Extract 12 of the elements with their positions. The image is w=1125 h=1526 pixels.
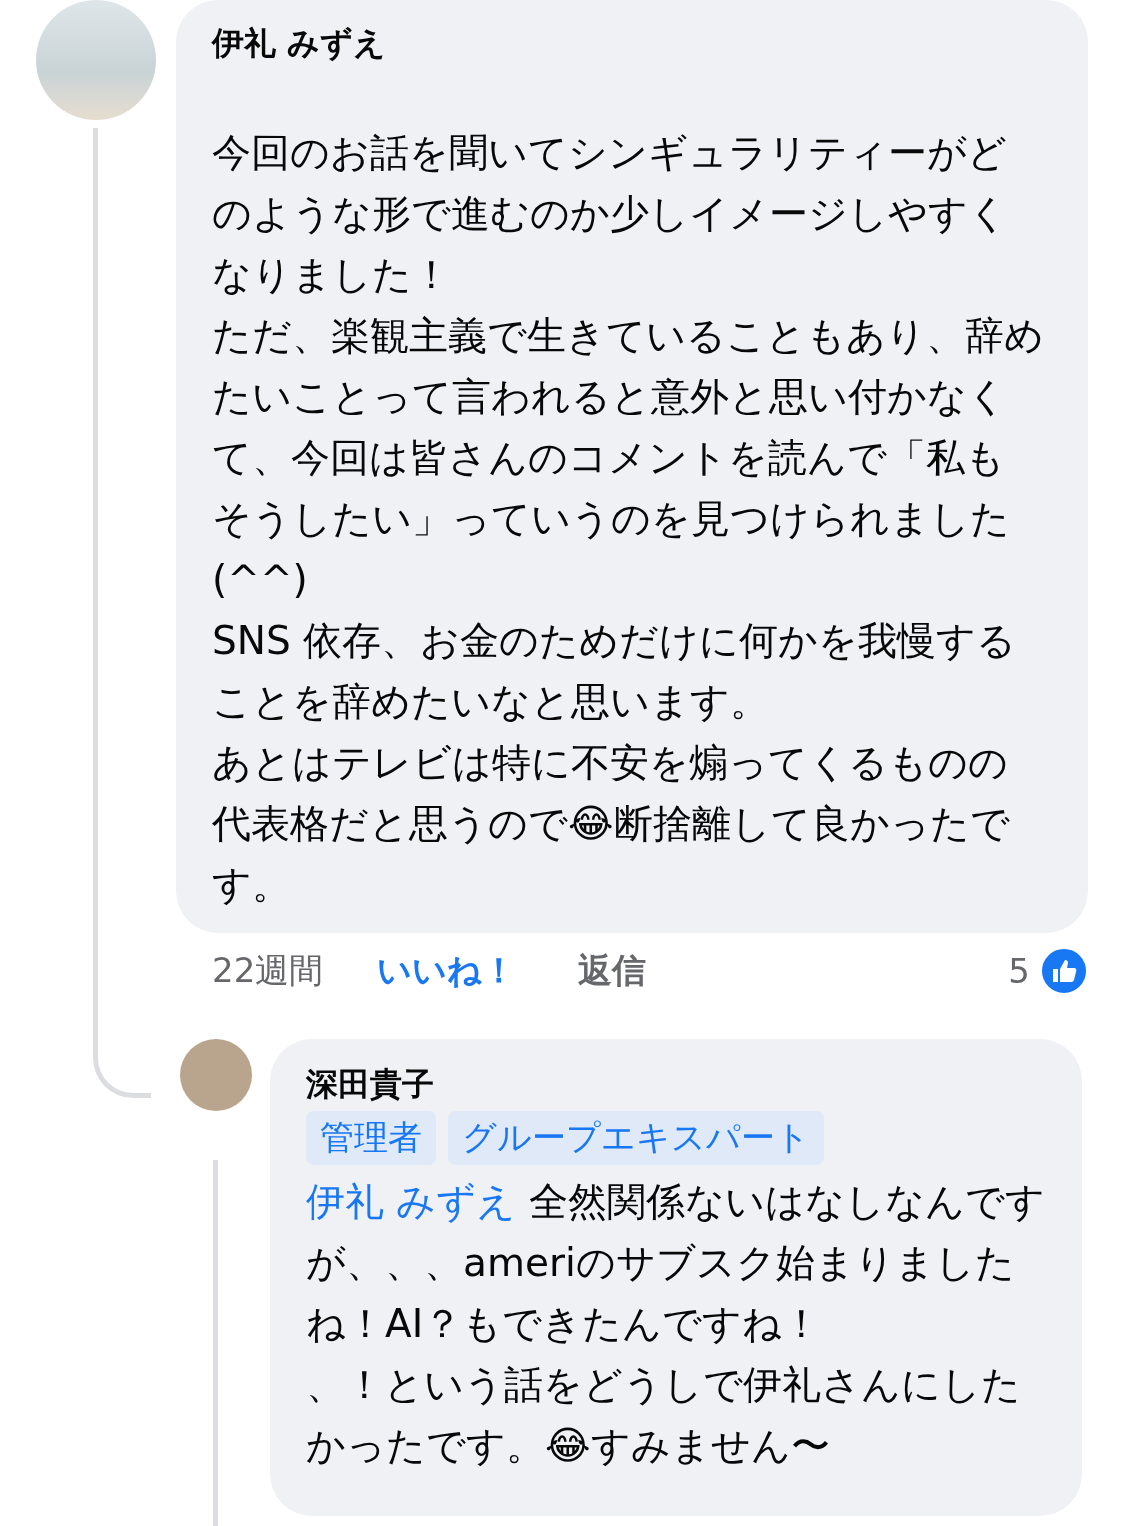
reply-text: 伊礼 みずえ 全然関係ないはなしなんですが、、、ameriのサブスク始まりましたね！AI？もできたんですね！ 、！という話をどうしで伊礼さんにしたかったです。😂すみません〜 [306, 1178, 1046, 1470]
like-link[interactable]: いいね！ [377, 948, 517, 994]
reaction-count: 5 [1008, 951, 1030, 991]
author-name[interactable]: 深田貴子 [306, 1063, 434, 1107]
author-name[interactable]: 伊礼 みずえ [212, 22, 387, 66]
mention-link[interactable]: 伊礼 みずえ [306, 1179, 517, 1224]
role-tag: 管理者 [306, 1111, 436, 1165]
role-tag: グループエキスパート [448, 1111, 824, 1165]
thumbs-up-icon[interactable] [1040, 947, 1088, 995]
comment-text: 今回のお話を聞いてシンギュラリティーがどのような形で進むのか少しイメージしやすくなりました！ ただ、楽観主義で生きていることもあり、辞めたいことって言われると意外と思い付かなくて、今回は皆さんのコメントを読んで「私もそうしたい」っていうのを見つけられました (^^) SNS 依存、お金のためだけに何かを我慢することを辞めたいなと思います。 あとはテレビは特に不安を煽ってくるものの代表格だと思うので😂断捨離して良かったです。 [212, 129, 1044, 909]
reply-link[interactable]: 返信 [578, 948, 647, 994]
timestamp[interactable]: 22週間 [212, 948, 324, 994]
